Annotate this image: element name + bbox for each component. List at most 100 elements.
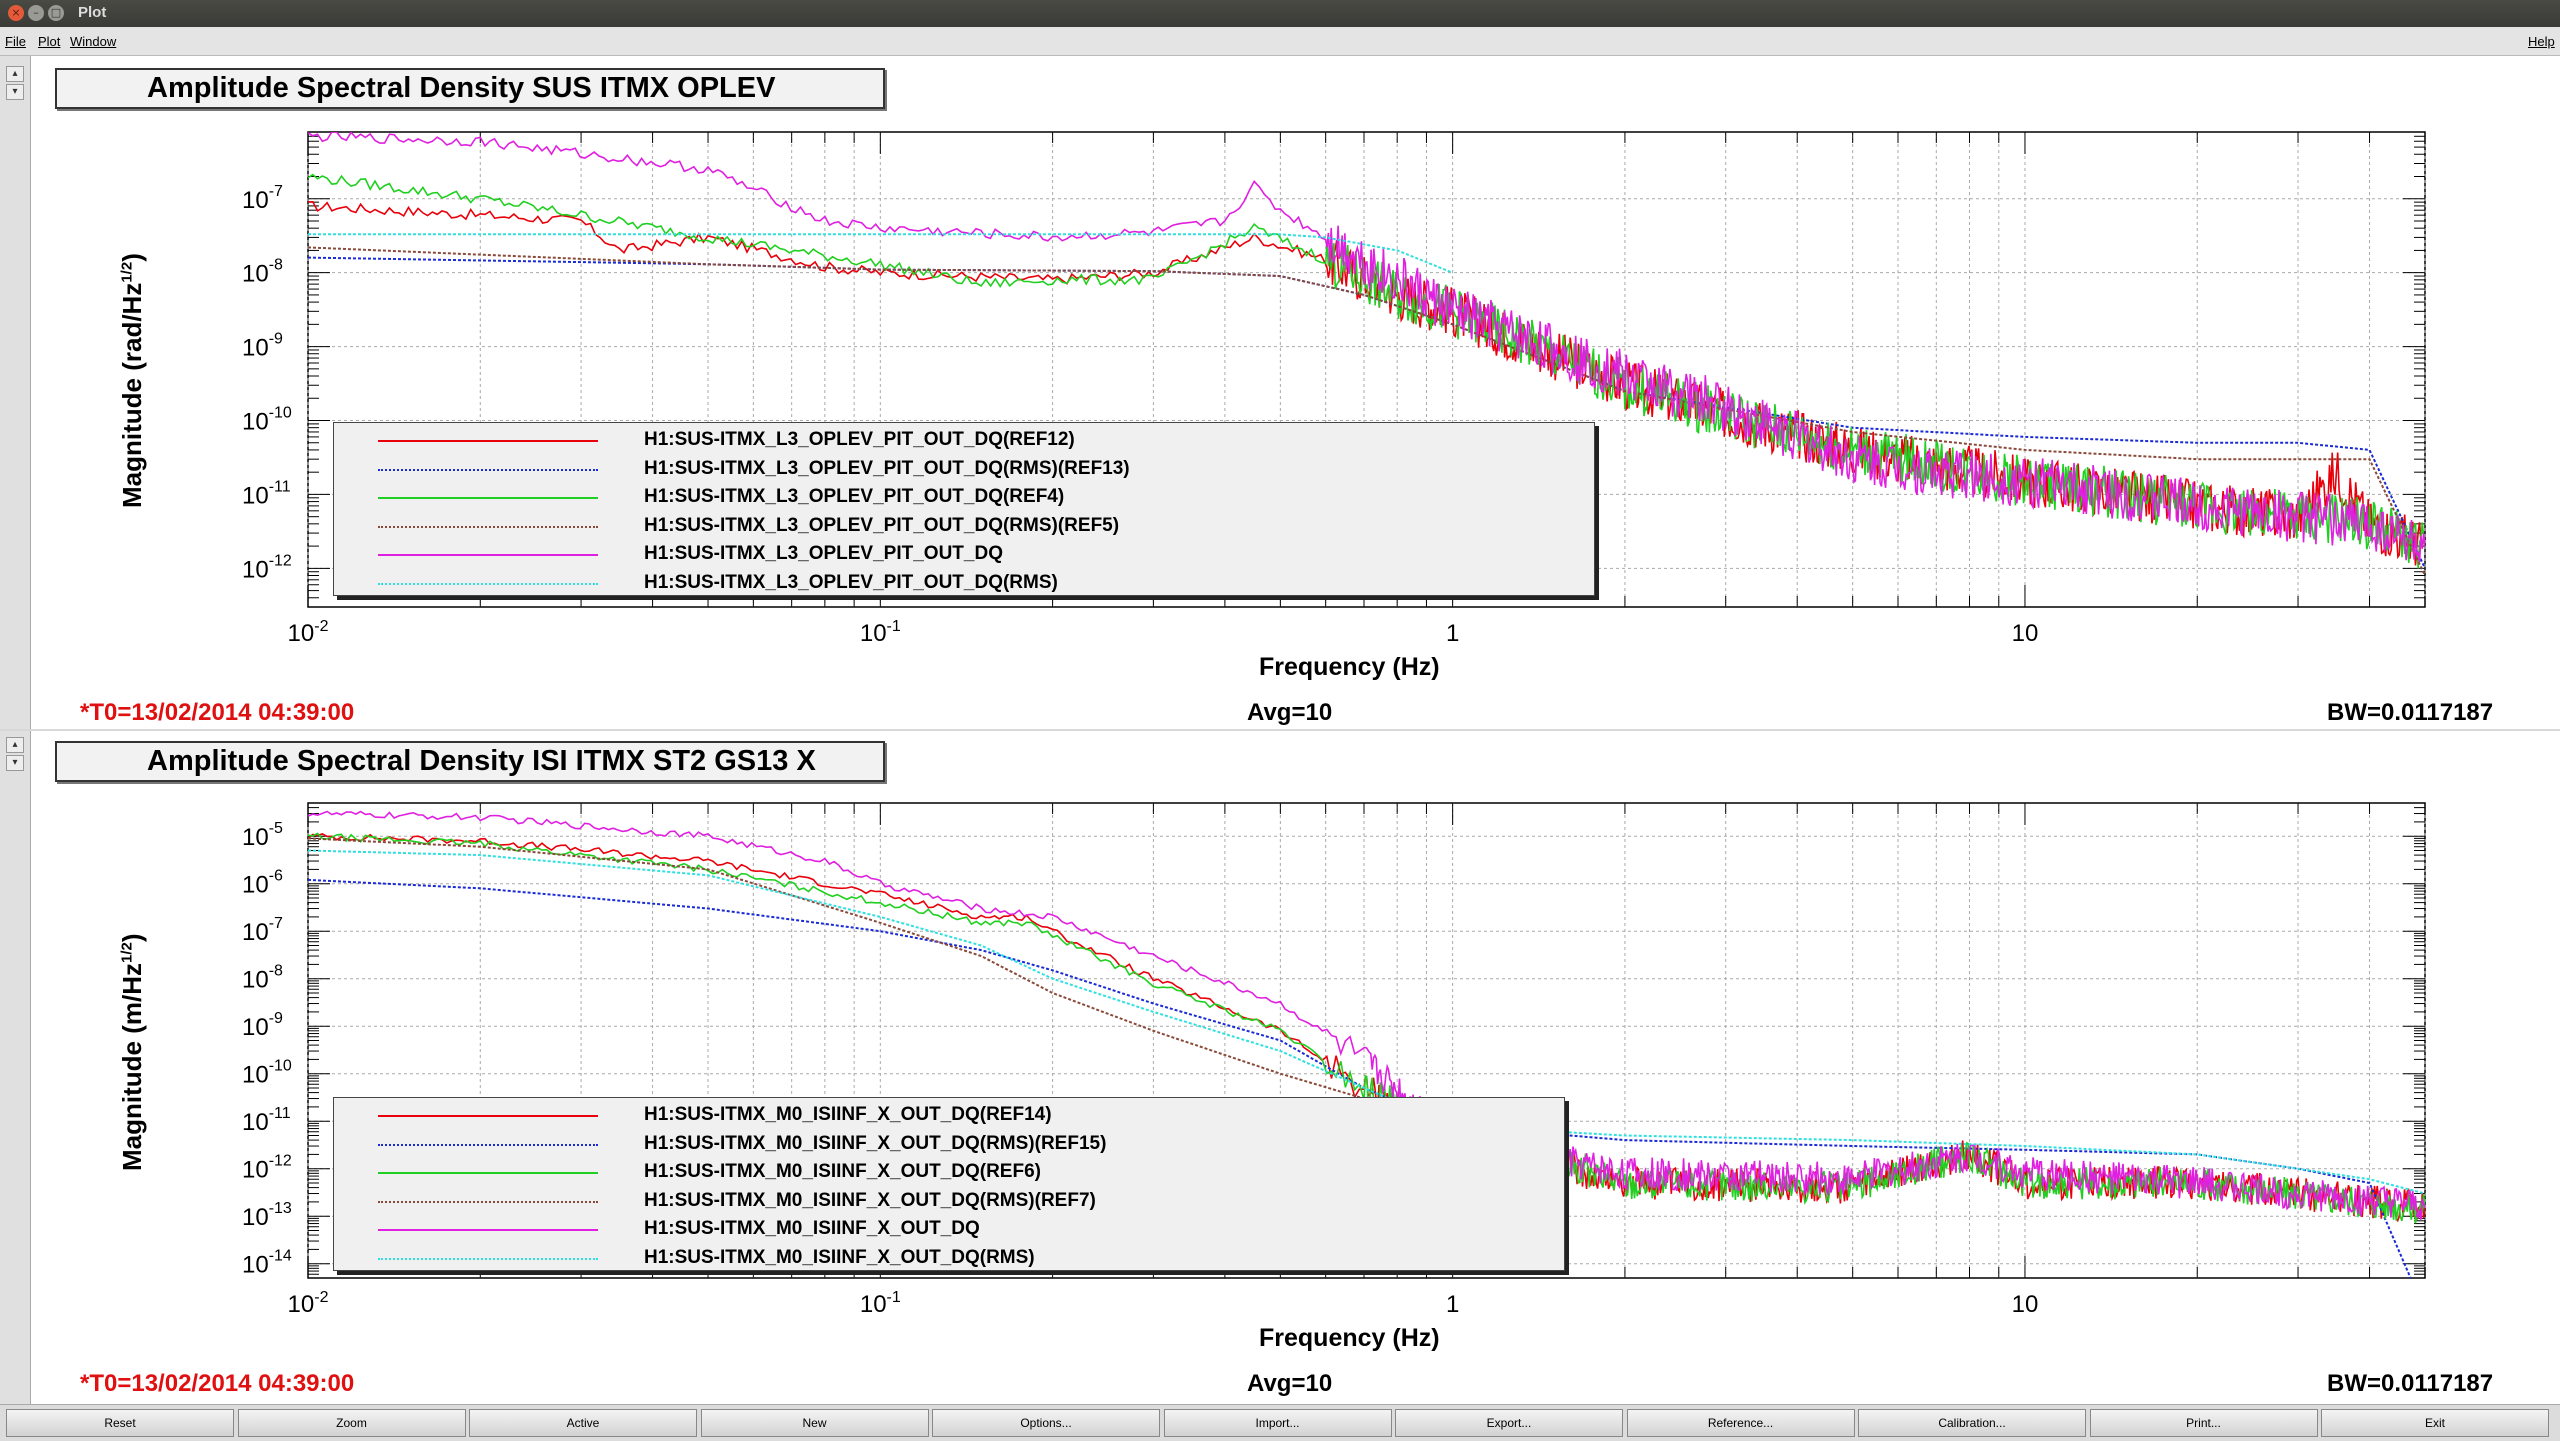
x-tick-label: 10-1	[860, 618, 901, 647]
menu-window[interactable]: Window	[70, 34, 116, 49]
legend-label: H1:SUS-ITMX_L3_OPLEV_PIT_OUT_DQ(RMS)(REF…	[644, 457, 1130, 479]
y-axis-label: Magnitude (rad/Hz1/2)	[117, 253, 147, 508]
legend[interactable]: H1:SUS-ITMX_L3_OPLEV_PIT_OUT_DQ(REF12) H1…	[333, 422, 1595, 596]
y-tick-label: 10-14	[242, 1248, 292, 1279]
left-strip-bottom: ▴ ▾	[0, 731, 31, 1404]
legend-swatch	[378, 440, 598, 442]
avg-label: Avg=10	[1247, 699, 1333, 726]
x-tick-label: 1	[1446, 1291, 1459, 1318]
legend-2[interactable]: H1:SUS-ITMX_M0_ISIINF_X_OUT_DQ(REF14) H1:…	[333, 1097, 1565, 1271]
plot-title: Amplitude Spectral Density SUS ITMX OPLE…	[55, 68, 885, 109]
legend-label: H1:SUS-ITMX_L3_OPLEV_PIT_OUT_DQ(RMS)	[644, 571, 1058, 593]
menu-bar: File Plot Window Help	[0, 27, 2560, 56]
menu-help[interactable]: Help	[2528, 34, 2555, 49]
reset-button[interactable]: Reset	[6, 1409, 234, 1437]
y-tick-label: 10-9	[242, 1010, 283, 1041]
print-button[interactable]: Print...	[2089, 1409, 2318, 1437]
legend-label: H1:SUS-ITMX_M0_ISIINF_X_OUT_DQ	[644, 1218, 980, 1239]
t0-label: *T0=13/02/2014 04:39:00	[80, 699, 355, 726]
legend-swatch	[378, 1115, 598, 1117]
y-tick-label: 10-8	[242, 257, 283, 288]
y-axis-label-2: Magnitude (m/Hz1/2)	[117, 933, 147, 1171]
y-tick-label: 10-7	[242, 183, 283, 214]
button-bar: Reset Zoom Active New Options... Import... Exp…	[0, 1404, 2560, 1441]
calibration-button[interactable]: Calibration...	[1858, 1409, 2086, 1437]
legend-swatch	[378, 1143, 598, 1146]
legend-entry[interactable]: H1:SUS-ITMX_M0_ISIINF_X_OUT_DQ(REF6)	[334, 1159, 1564, 1187]
x-tick-label: 10	[2012, 620, 2039, 647]
y-tick-label: 10-13	[242, 1200, 292, 1231]
y-tick-label: 10-6	[242, 868, 283, 899]
y-tick-label: 10-7	[242, 915, 283, 946]
plot-panel-isi: 10-2 10-1 1 10 10-14 10-13 10-12 10-11 10-10 10-9…	[31, 731, 2560, 1404]
zoom-button[interactable]: Zoom	[237, 1409, 466, 1437]
x-axis-label: Frequency (Hz)	[1259, 653, 1440, 681]
legend-entry[interactable]: H1:SUS-ITMX_M0_ISIINF_X_OUT_DQ(RMS)	[334, 1245, 1564, 1273]
legend-label: H1:SUS-ITMX_L3_OPLEV_PIT_OUT_DQ(REF12)	[644, 429, 1075, 450]
legend-entry[interactable]: H1:SUS-ITMX_M0_ISIINF_X_OUT_DQ(REF14)	[334, 1102, 1564, 1130]
asd-plot-oplev[interactable]: 10-2 10-1 1 1010-1210-1110-1010-910-810-7	[31, 56, 2527, 729]
legend-label: H1:SUS-ITMX_L3_OPLEV_PIT_OUT_DQ	[644, 543, 1003, 564]
legend-label: H1:SUS-ITMX_L3_OPLEV_PIT_OUT_DQ(REF4)	[644, 486, 1065, 507]
legend-entry[interactable]: H1:SUS-ITMX_M0_ISIINF_X_OUT_DQ(RMS)(REF7…	[334, 1188, 1564, 1216]
import-button[interactable]: Import...	[1163, 1409, 1392, 1437]
legend-label: H1:SUS-ITMX_M0_ISIINF_X_OUT_DQ(REF6)	[644, 1161, 1041, 1182]
t0-label-2: *T0=13/02/2014 04:39:00	[80, 1370, 355, 1397]
left-strip-top: ▴ ▾	[0, 56, 31, 729]
bandwidth-label: BW=0.0117187	[2327, 699, 2494, 726]
reference-button[interactable]: Reference...	[1626, 1409, 1855, 1437]
legend-swatch	[378, 1172, 598, 1174]
legend-label: H1:SUS-ITMX_M0_ISIINF_X_OUT_DQ(RMS)(REF1…	[644, 1132, 1107, 1154]
collapse-up-icon-2[interactable]: ▴	[6, 737, 24, 753]
legend-swatch	[378, 554, 598, 556]
y-tick-label: 10-11	[242, 478, 291, 509]
x-tick-label: 10	[2012, 1291, 2039, 1318]
y-tick-label: 10-10	[242, 1058, 292, 1089]
legend-entry[interactable]: H1:SUS-ITMX_L3_OPLEV_PIT_OUT_DQ(RMS)(REF…	[334, 513, 1594, 541]
legend-entry[interactable]: H1:SUS-ITMX_M0_ISIINF_X_OUT_DQ	[334, 1216, 1564, 1244]
legend-entry[interactable]: H1:SUS-ITMX_L3_OPLEV_PIT_OUT_DQ(RMS)	[334, 570, 1594, 598]
exit-button[interactable]: Exit	[2321, 1409, 2549, 1437]
x-tick-label: 10-2	[288, 1289, 329, 1318]
legend-swatch	[378, 497, 598, 499]
close-icon[interactable]: ×	[8, 5, 24, 21]
menu-plot[interactable]: Plot	[38, 34, 60, 49]
new-button[interactable]: New	[700, 1409, 929, 1437]
legend-entry[interactable]: H1:SUS-ITMX_L3_OPLEV_PIT_OUT_DQ	[334, 541, 1594, 569]
legend-entry[interactable]: H1:SUS-ITMX_L3_OPLEV_PIT_OUT_DQ(RMS)(REF…	[334, 456, 1594, 484]
legend-swatch	[378, 1229, 598, 1231]
legend-entry[interactable]: H1:SUS-ITMX_L3_OPLEV_PIT_OUT_DQ(REF12)	[334, 427, 1594, 455]
plot-panel-oplev: 10-2 10-1 1 10 10-12 10-11 10-10 10-9 10-8 10-7 A…	[31, 56, 2560, 729]
y-tick-label: 10-5	[242, 820, 283, 851]
x-axis-label-2: Frequency (Hz)	[1259, 1324, 1440, 1352]
y-tick-label: 10-8	[242, 963, 283, 994]
plot-title-2: Amplitude Spectral Density ISI ITMX ST2 …	[55, 741, 885, 782]
collapse-down-icon-2[interactable]: ▾	[6, 755, 24, 771]
legend-entry[interactable]: H1:SUS-ITMX_L3_OPLEV_PIT_OUT_DQ(REF4)	[334, 484, 1594, 512]
y-tick-label: 10-10	[242, 405, 292, 436]
y-tick-label: 10-9	[242, 331, 283, 362]
legend-entry[interactable]: H1:SUS-ITMX_M0_ISIINF_X_OUT_DQ(RMS)(REF1…	[334, 1131, 1564, 1159]
minimize-icon[interactable]: –	[28, 5, 44, 21]
menu-file[interactable]: File	[5, 34, 26, 49]
bandwidth-label-2: BW=0.0117187	[2327, 1370, 2494, 1397]
legend-swatch	[378, 1200, 598, 1203]
y-tick-label: 10-11	[242, 1105, 291, 1136]
legend-swatch	[378, 1257, 598, 1260]
active-button[interactable]: Active	[469, 1409, 697, 1437]
legend-label: H1:SUS-ITMX_L3_OPLEV_PIT_OUT_DQ(RMS)(REF…	[644, 514, 1120, 536]
export-button[interactable]: Export...	[1395, 1409, 1623, 1437]
options-button[interactable]: Options...	[932, 1409, 1160, 1437]
legend-label: H1:SUS-ITMX_M0_ISIINF_X_OUT_DQ(RMS)	[644, 1246, 1035, 1268]
collapse-up-icon[interactable]: ▴	[6, 66, 24, 82]
x-tick-label: 1	[1446, 620, 1459, 647]
window-title: Plot	[78, 4, 107, 21]
legend-swatch	[378, 582, 598, 585]
legend-label: H1:SUS-ITMX_M0_ISIINF_X_OUT_DQ(RMS)(REF7…	[644, 1189, 1096, 1211]
y-tick-label: 10-12	[242, 552, 292, 583]
collapse-down-icon[interactable]: ▾	[6, 84, 24, 100]
asd-plot-isi[interactable]: 10-2 10-1 1 1010-1410-1310-1210-1110-1010-9…	[31, 731, 2527, 1404]
legend-label: H1:SUS-ITMX_M0_ISIINF_X_OUT_DQ(REF14)	[644, 1104, 1052, 1125]
maximize-icon[interactable]: □	[48, 5, 64, 21]
legend-swatch	[378, 468, 598, 471]
